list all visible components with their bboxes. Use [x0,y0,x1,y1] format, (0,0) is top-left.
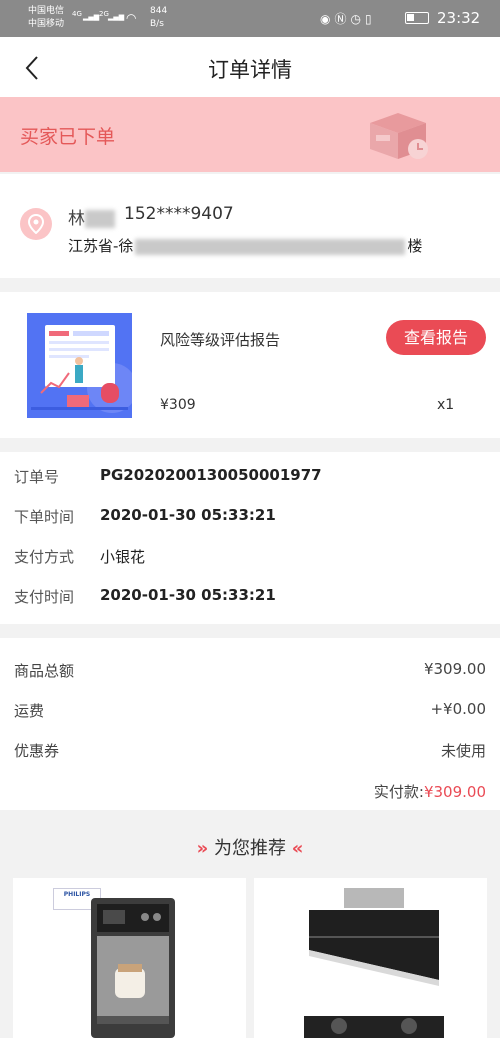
recommend-item-range-hood[interactable] [254,878,487,1038]
product-price: ¥309 [160,397,196,413]
status-bar: 中国电信 中国移动 4G ▂▄▆ 2G ▂▄▆ ◠ 844 B/s ◉Ⓝ◷▯ 2… [0,0,500,37]
carrier-1: 中国电信 [28,6,65,16]
carrier-info: 中国电信 中国移动 [28,5,64,31]
alarm-icon: ◷ [350,12,365,26]
order-number-value: PG2020200130050001977 [100,466,322,484]
product-thumbnail [27,313,132,418]
carrier-2: 中国移动 [28,19,65,29]
order-number-row: 订单号 PG2020200130050001977 [0,458,500,498]
location-pin-icon [20,208,52,240]
recommend-title: 为您推荐 [214,838,286,859]
eye-icon: ◉ [320,12,335,26]
product-quantity: x1 [437,397,455,413]
subtotal-row: 商品总额 ¥309.00 [0,652,500,692]
range-hood-image [304,888,444,1038]
payment-time-value: 2020-01-30 05:33:21 [100,586,276,604]
address-card[interactable]: 林 152****9407 江苏省-徐 楼 [0,174,500,278]
double-chevron-right-icon: » [196,838,209,859]
amount-paid-value: ¥309.00 [423,783,486,801]
address-start: 江苏省-徐 [68,237,134,255]
payment-method-label: 支付方式 [14,548,75,566]
double-chevron-left-icon: « [291,838,304,859]
product-card: 风险等级评估报告 查看报告 ¥309 x1 [0,292,500,438]
redacted-block [85,210,115,228]
signal-icon: ▂▄▆ [83,13,100,21]
status-time: 23:32 [437,9,481,27]
order-time-label: 下单时间 [14,508,75,526]
address-end: 楼 [407,237,423,255]
amount-paid-label: 实付款: [373,783,424,801]
amount-paid: 实付款:¥309.00 [374,781,486,802]
package-clock-icon [370,113,428,159]
nfc-icon: Ⓝ [334,12,351,26]
battery-icon [405,12,429,24]
view-report-button[interactable]: 查看报告 [386,320,486,355]
payment-time-label: 支付时间 [14,588,75,606]
recommend-header: » 为您推荐 « [0,834,500,864]
header-bar: 订单详情 [0,37,500,97]
order-status-banner: 买家已下单 [0,97,500,172]
order-info-section: 订单号 PG2020200130050001977 下单时间 2020-01-3… [0,452,500,624]
address-line: 江苏省-徐 楼 [68,235,422,256]
signal-4g-label: 4G [72,10,82,18]
order-time-row: 下单时间 2020-01-30 05:33:21 [0,498,500,538]
shipping-label: 运费 [14,702,45,720]
redacted-block [135,238,406,255]
wifi-icon: ◠ [126,11,137,25]
coffee-machine-image [91,898,175,1038]
status-icons: ◉Ⓝ◷▯ [320,10,376,27]
totals-section: 商品总额 ¥309.00 运费 +¥0.00 优惠券 未使用 实付款:¥309.… [0,638,500,810]
speed-unit: B/s [150,19,164,29]
network-speed: 844 B/s [150,5,167,31]
subtotal-label: 商品总额 [14,662,75,680]
shipping-value: +¥0.00 [430,700,486,718]
vibrate-icon: ▯ [364,12,376,26]
page-title: 订单详情 [208,58,292,82]
speed-value: 844 [150,6,168,16]
recipient-name-text: 林 [68,209,85,229]
order-status-text: 买家已下单 [20,126,116,148]
recipient-name: 林 [68,204,115,229]
payment-time-row: 支付时间 2020-01-30 05:33:21 [0,578,500,618]
recipient-phone: 152****9407 [124,204,234,224]
coupon-label: 优惠券 [14,742,60,760]
shipping-row: 运费 +¥0.00 [0,692,500,732]
signal-icon: ▂▄▆ [108,13,125,21]
coupon-value: 未使用 [440,742,486,760]
coupon-row: 优惠券 未使用 [0,732,500,772]
payment-method-row: 支付方式 小银花 [0,538,500,578]
payment-method-value: 小银花 [100,548,146,566]
subtotal-value: ¥309.00 [423,660,486,678]
order-number-label: 订单号 [14,468,60,486]
recommend-item-coffee-machine[interactable]: PHILIPS [13,878,246,1038]
product-name: 风险等级评估报告 [160,331,281,349]
order-time-value: 2020-01-30 05:33:21 [100,506,276,524]
